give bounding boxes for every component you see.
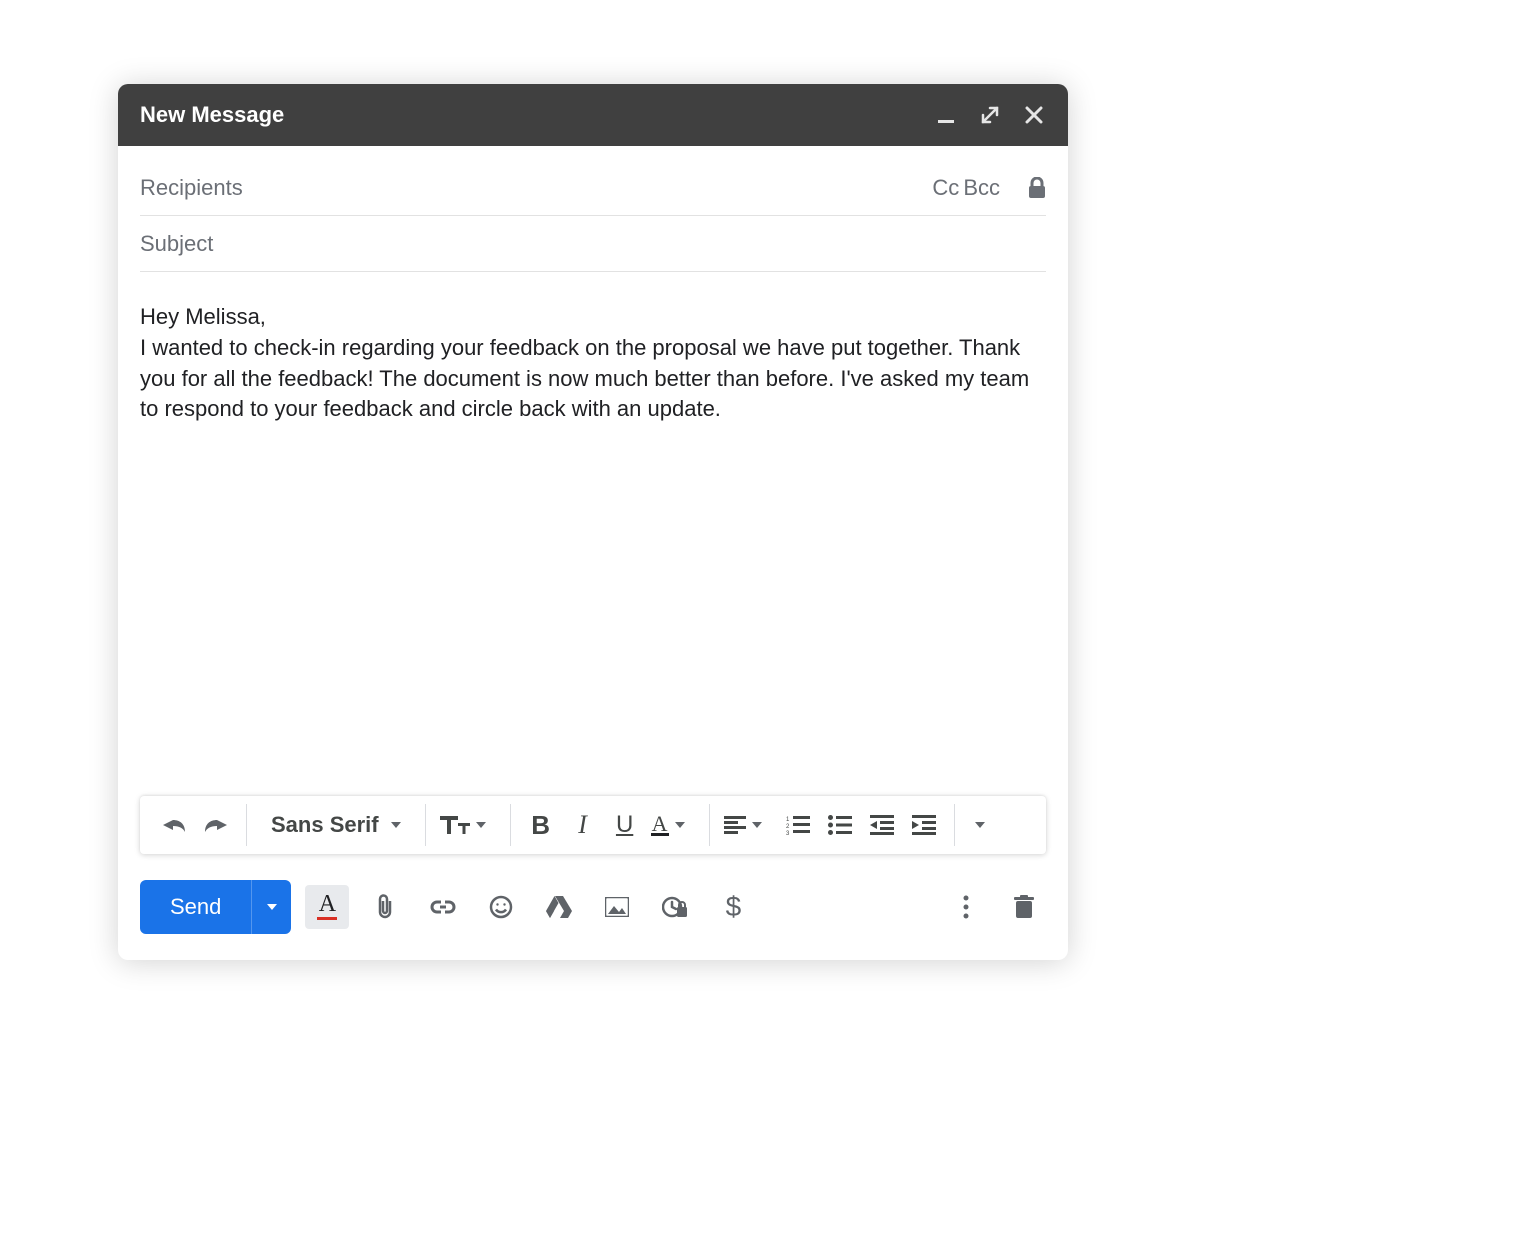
toolbar-separator [425,804,426,846]
font-family-dropdown[interactable]: Sans Serif [257,812,415,838]
chevron-down-icon [975,822,985,828]
recipients-row[interactable]: Recipients Cc Bcc [140,160,1046,216]
popout-icon [980,105,1000,125]
paperclip-icon [374,894,396,920]
align-left-icon [724,816,746,834]
toolbar-separator [709,804,710,846]
more-formatting-dropdown[interactable] [965,822,999,828]
emoji-icon [489,895,513,919]
request-payment-button[interactable]: $ [711,885,755,929]
formatting-toolbar: Sans Serif B I U A [140,796,1046,854]
link-icon [429,899,457,915]
chevron-down-icon [267,904,277,910]
bcc-toggle[interactable]: Bcc [963,175,1000,201]
insert-photo-button[interactable] [595,885,639,929]
numbered-list-button[interactable]: 123 [778,805,818,845]
attach-file-button[interactable] [363,885,407,929]
lock-icon [1028,177,1046,199]
popout-button[interactable] [978,103,1002,127]
underline-button[interactable]: U [605,805,645,845]
kebab-icon [963,895,969,919]
chevron-down-icon [476,822,486,828]
insert-link-button[interactable] [421,885,465,929]
redo-icon [203,816,229,834]
indent-more-button[interactable] [904,805,944,845]
font-size-icon [440,814,470,836]
undo-button[interactable] [154,805,194,845]
send-options-dropdown[interactable] [251,880,291,934]
titlebar: New Message [118,84,1068,146]
message-body[interactable]: Hey Melissa, I wanted to check-in regard… [140,272,1046,772]
window-controls [934,103,1046,127]
compose-window: New Message Recipients Cc Bcc Subject [118,84,1068,960]
confidential-mode-button[interactable] [1028,177,1046,199]
toolbar-separator [510,804,511,846]
action-row: Send A [140,854,1046,960]
text-color-glyph: A [319,894,336,914]
formatting-toggle-button[interactable]: A [305,885,349,929]
minimize-button[interactable] [934,103,958,127]
send-button[interactable]: Send [140,880,251,934]
subject-row[interactable]: Subject [140,216,1046,272]
text-color-dropdown[interactable]: A [647,814,699,837]
body-line: Hey Melissa, [140,302,1046,333]
svg-text:2: 2 [786,824,790,830]
toolbar-separator [954,804,955,846]
close-icon [1025,106,1043,124]
cc-toggle[interactable]: Cc [932,175,959,201]
svg-text:3: 3 [786,831,790,835]
undo-icon [161,816,187,834]
indent-less-button[interactable] [862,805,902,845]
image-icon [605,897,629,917]
minimize-icon [937,106,955,124]
bold-button[interactable]: B [521,805,561,845]
text-color-underline [651,833,669,836]
redo-button[interactable] [196,805,236,845]
more-options-button[interactable] [944,885,988,929]
discard-draft-button[interactable] [1002,885,1046,929]
confidential-mode-action-button[interactable] [653,885,697,929]
close-button[interactable] [1022,103,1046,127]
indent-more-icon [912,815,936,835]
italic-button[interactable]: I [563,805,603,845]
trash-icon [1014,895,1034,919]
confidential-icon [662,895,688,919]
text-color-underline [317,917,337,920]
insert-emoji-button[interactable] [479,885,523,929]
indent-less-icon [870,815,894,835]
chevron-down-icon [391,822,401,828]
bulleted-list-button[interactable] [820,805,860,845]
body-line: I wanted to check-in regarding your feed… [140,333,1046,425]
chevron-down-icon [752,822,762,828]
font-family-label: Sans Serif [261,812,385,838]
bulleted-list-icon [828,815,852,835]
drive-icon [546,896,572,918]
chevron-down-icon [675,822,685,828]
text-color-glyph: A [652,814,668,834]
subject-placeholder: Subject [140,231,1046,257]
insert-drive-button[interactable] [537,885,581,929]
toolbar-separator [246,804,247,846]
svg-text:1: 1 [786,817,790,823]
compose-body-container: Recipients Cc Bcc Subject Hey Melissa, I… [118,146,1068,960]
recipients-placeholder: Recipients [140,175,926,201]
numbered-list-icon: 123 [786,815,810,835]
align-dropdown[interactable] [720,816,776,834]
window-title: New Message [140,102,934,128]
send-button-group: Send [140,880,291,934]
font-size-dropdown[interactable] [436,814,500,836]
